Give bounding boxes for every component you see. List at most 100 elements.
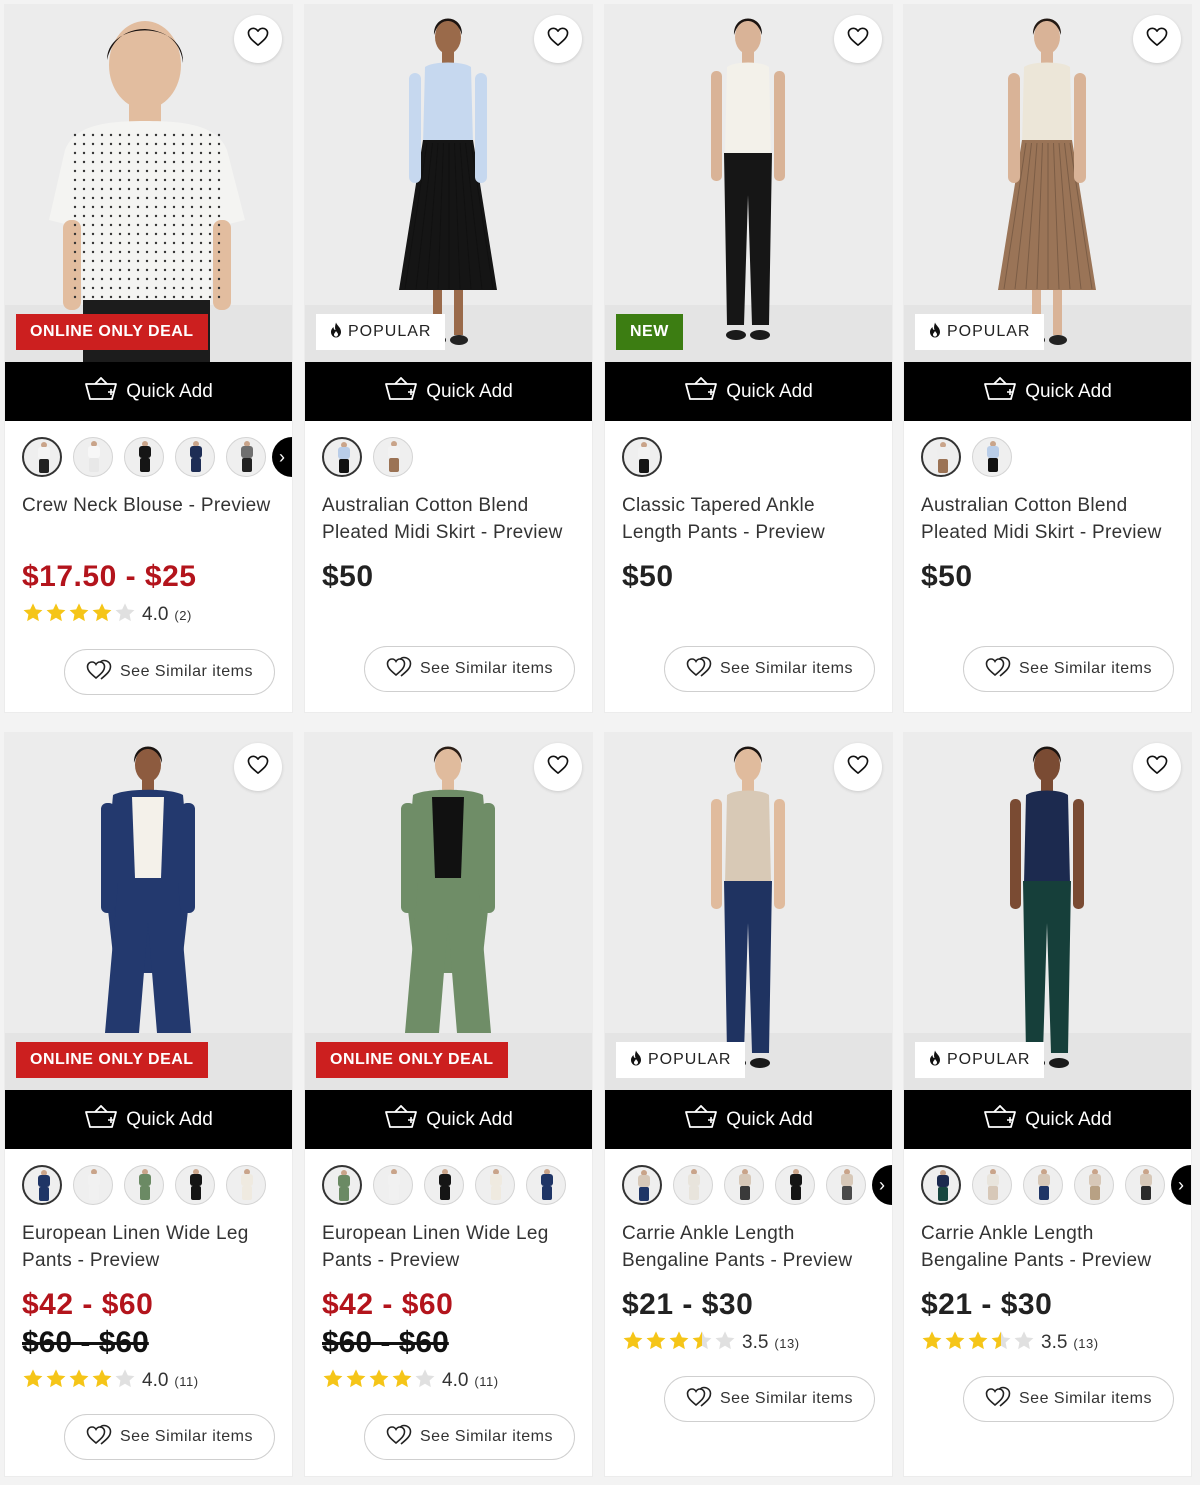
wishlist-button[interactable] [1133, 743, 1181, 791]
more-colors-button[interactable]: › [1171, 1165, 1191, 1205]
product-details: Australian Cotton Blend Pleated Midi Ski… [904, 421, 1191, 594]
color-swatch[interactable] [322, 437, 362, 477]
wishlist-button[interactable] [534, 15, 582, 63]
product-badge: ONLINE ONLY DEAL [16, 314, 208, 350]
color-swatch[interactable] [175, 437, 215, 477]
product-card[interactable]: POPULAR Quick Add Australian Cotton Blend … [305, 5, 592, 712]
quick-add-button[interactable]: Quick Add [305, 1090, 592, 1149]
product-image[interactable]: POPULAR [305, 5, 592, 362]
color-swatch[interactable] [22, 1165, 62, 1205]
see-similar-button[interactable]: See Similar items [364, 646, 575, 692]
product-price: $42 - $60 [22, 1288, 154, 1321]
see-similar-button[interactable]: See Similar items [963, 1376, 1174, 1422]
product-image[interactable]: POPULAR [904, 733, 1191, 1090]
quick-add-button[interactable]: Quick Add [904, 1090, 1191, 1149]
product-badge: NEW [616, 314, 683, 350]
color-swatch[interactable] [826, 1165, 866, 1205]
color-swatch[interactable] [673, 1165, 713, 1205]
product-rating: 4.0 (2) [22, 602, 276, 629]
product-image[interactable]: ONLINE ONLY DEAL [5, 733, 292, 1090]
product-image[interactable]: POPULAR [904, 5, 1191, 362]
color-swatch[interactable] [124, 437, 164, 477]
color-swatch[interactable] [175, 1165, 215, 1205]
product-image[interactable]: NEW [605, 5, 892, 362]
product-name[interactable]: Crew Neck Blouse - Preview [22, 492, 276, 546]
color-swatch[interactable] [373, 437, 413, 477]
quick-add-button[interactable]: Quick Add [605, 1090, 892, 1149]
product-name[interactable]: Australian Cotton Blend Pleated Midi Ski… [921, 492, 1175, 546]
wishlist-button[interactable] [534, 743, 582, 791]
color-swatch[interactable] [373, 1165, 413, 1205]
color-swatch[interactable] [22, 437, 62, 477]
color-swatch[interactable] [73, 1165, 113, 1205]
product-card[interactable]: ONLINE ONLY DEAL Quick Add › Crew Neck Blou… [5, 5, 292, 712]
color-swatch[interactable] [724, 1165, 764, 1205]
quick-add-button[interactable]: Quick Add [5, 1090, 292, 1149]
color-swatch[interactable] [622, 1165, 662, 1205]
star-icon [668, 1330, 690, 1357]
more-colors-button[interactable]: › [872, 1165, 892, 1205]
wishlist-button[interactable] [234, 15, 282, 63]
color-swatch[interactable] [775, 1165, 815, 1205]
color-swatch[interactable] [73, 437, 113, 477]
review-count: (13) [1073, 1335, 1099, 1351]
color-swatch[interactable] [622, 437, 662, 477]
quick-add-button[interactable]: Quick Add [5, 362, 292, 421]
color-swatch[interactable] [972, 1165, 1012, 1205]
product-card[interactable]: ONLINE ONLY DEAL Quick Add European Linen … [5, 733, 292, 1476]
product-price: $50 [921, 560, 973, 593]
color-swatch[interactable] [322, 1165, 362, 1205]
color-swatches [921, 436, 1175, 478]
product-image[interactable]: POPULAR [605, 733, 892, 1090]
see-similar-button[interactable]: See Similar items [664, 1376, 875, 1422]
basket-icon [983, 376, 1017, 407]
star-icon [414, 1368, 436, 1395]
review-count: (11) [474, 1373, 499, 1389]
color-swatch[interactable] [124, 1165, 164, 1205]
star-icon [45, 602, 67, 629]
see-similar-button[interactable]: See Similar items [64, 649, 275, 695]
product-name[interactable]: European Linen Wide Leg Pants - Preview [22, 1220, 276, 1274]
product-details: European Linen Wide Leg Pants - Preview $… [305, 1149, 592, 1393]
product-image[interactable]: ONLINE ONLY DEAL [5, 5, 292, 362]
color-swatch[interactable] [226, 1165, 266, 1205]
quick-add-button[interactable]: Quick Add [904, 362, 1191, 421]
color-swatch[interactable] [475, 1165, 515, 1205]
product-image[interactable]: ONLINE ONLY DEAL [305, 733, 592, 1090]
see-similar-button[interactable]: See Similar items [364, 1414, 575, 1460]
color-swatch[interactable] [921, 1165, 961, 1205]
color-swatch[interactable] [1074, 1165, 1114, 1205]
product-name[interactable]: European Linen Wide Leg Pants - Preview [322, 1220, 576, 1274]
see-similar-button[interactable]: See Similar items [64, 1414, 275, 1460]
color-swatch[interactable] [526, 1165, 566, 1205]
product-name[interactable]: Carrie Ankle Length Bengaline Pants - Pr… [622, 1220, 876, 1274]
quick-add-button[interactable]: Quick Add [305, 362, 592, 421]
see-similar-button[interactable]: See Similar items [963, 646, 1174, 692]
product-card[interactable]: POPULAR Quick Add › Carrie Ankle Length Ben… [605, 733, 892, 1476]
color-swatch[interactable] [972, 437, 1012, 477]
wishlist-button[interactable] [1133, 15, 1181, 63]
product-name[interactable]: Carrie Ankle Length Bengaline Pants - Pr… [921, 1220, 1175, 1274]
flame-icon [929, 322, 941, 343]
wishlist-button[interactable] [834, 743, 882, 791]
wishlist-button[interactable] [234, 743, 282, 791]
product-card[interactable]: ONLINE ONLY DEAL Quick Add European Linen … [305, 733, 592, 1476]
product-name[interactable]: Australian Cotton Blend Pleated Midi Ski… [322, 492, 576, 546]
product-card[interactable]: POPULAR Quick Add Australian Cotton Blend … [904, 5, 1191, 712]
color-swatch[interactable] [1125, 1165, 1165, 1205]
wishlist-button[interactable] [834, 15, 882, 63]
star-rating [22, 602, 136, 629]
see-similar-button[interactable]: See Similar items [664, 646, 875, 692]
product-card[interactable]: POPULAR Quick Add › Carrie Ankle Length Ben… [904, 733, 1191, 1476]
product-name[interactable]: Classic Tapered Ankle Length Pants - Pre… [622, 492, 876, 546]
product-card[interactable]: NEW Quick Add Classic Tapered Ankle Length… [605, 5, 892, 712]
similar-hearts-icon [86, 659, 112, 686]
similar-hearts-icon [386, 656, 412, 683]
quick-add-button[interactable]: Quick Add [605, 362, 892, 421]
color-swatch[interactable] [226, 437, 266, 477]
more-colors-button[interactable]: › [272, 437, 292, 477]
color-swatch[interactable] [1023, 1165, 1063, 1205]
color-swatch[interactable] [921, 437, 961, 477]
color-swatch[interactable] [424, 1165, 464, 1205]
basket-icon [84, 1104, 118, 1135]
